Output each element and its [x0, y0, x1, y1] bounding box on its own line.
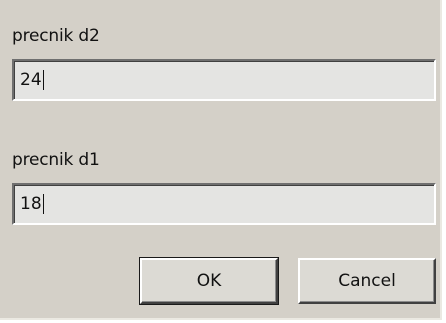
input-value-d1: 18	[20, 194, 44, 214]
cancel-button[interactable]: Cancel	[298, 258, 436, 304]
ok-button[interactable]: OK	[139, 257, 279, 305]
input-value-d2: 24	[20, 70, 44, 90]
input-dialog: precnik d2 24 precnik d1 18 OK Cancel	[0, 0, 442, 320]
field-label-d1: precnik d1	[12, 150, 100, 170]
input-field-d2[interactable]: 24	[12, 59, 436, 101]
field-label-d2: precnik d2	[12, 26, 100, 46]
text-caret	[42, 194, 44, 214]
input-field-d1[interactable]: 18	[12, 183, 436, 225]
text-caret	[42, 70, 44, 90]
